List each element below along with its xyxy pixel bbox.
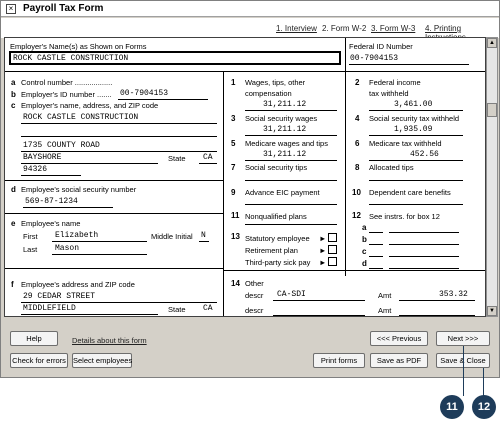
control-number-label: Control number .................. — [21, 78, 113, 87]
details-about-form-link[interactable]: Details about this form — [72, 336, 147, 345]
check-errors-button[interactable]: Check for errors — [10, 353, 68, 368]
box2-fed-tax-value[interactable]: 3,461.00 — [394, 100, 432, 109]
employer-address-line1[interactable]: ROCK CASTLE CONSTRUCTION — [23, 113, 138, 122]
federal-id-value[interactable]: 00-7904153 — [350, 54, 398, 63]
arrow-icon: ► — [319, 258, 327, 267]
box11-label: Nonqualified plans — [245, 212, 307, 221]
statutory-employee-checkbox[interactable] — [328, 233, 337, 242]
employer-state[interactable]: CA — [203, 153, 213, 162]
box10-label: Dependent care benefits — [369, 188, 451, 197]
box4-label: Social security tax withheld — [369, 114, 460, 123]
middle-initial-label: Middle Initial — [151, 232, 193, 241]
scroll-down-icon[interactable]: ▼ — [487, 306, 497, 316]
next-button[interactable]: Next >>> — [436, 331, 490, 346]
box2-label2: tax withheld — [369, 89, 409, 98]
scroll-thumb[interactable] — [487, 103, 497, 117]
box3-label: Social security wages — [245, 114, 318, 123]
vertical-scrollbar[interactable]: ▲ ▼ — [486, 37, 498, 317]
employee-address-line1[interactable]: 29 CEDAR STREET — [23, 292, 95, 301]
title-bar: × Payroll Tax Form — [1, 1, 499, 17]
employer-address-label: Employer's name, address, and ZIP code — [21, 101, 159, 110]
third-party-sick-pay-checkbox[interactable] — [328, 257, 337, 266]
ssn-value[interactable]: 569-87-1234 — [25, 197, 78, 206]
previous-button[interactable]: <<< Previous — [370, 331, 428, 346]
employee-state[interactable]: CA — [203, 304, 213, 313]
last-name-value[interactable]: Mason — [55, 244, 79, 253]
federal-id-label: Federal ID Number — [349, 42, 413, 51]
save-as-pdf-button[interactable]: Save as PDF — [370, 353, 428, 368]
box3-ss-wages-value[interactable]: 31,211.12 — [263, 125, 306, 134]
employee-state-label: State — [168, 305, 186, 314]
retirement-plan-checkbox[interactable] — [328, 245, 337, 254]
employer-city[interactable]: BAYSHORE — [23, 153, 61, 162]
box1-label: Wages, tips, other — [245, 78, 306, 87]
descr1-label: descr — [245, 291, 264, 300]
box6-medicare-tax-value[interactable]: 452.56 — [410, 150, 439, 159]
box6-label: Medicare tax withheld — [369, 139, 442, 148]
arrow-icon: ► — [319, 246, 327, 255]
last-name-label: Last — [23, 245, 38, 254]
box4-ss-tax-value[interactable]: 1,935.09 — [394, 125, 432, 134]
scroll-up-icon[interactable]: ▲ — [487, 38, 497, 48]
first-name-value[interactable]: Elizabeth — [55, 231, 98, 240]
first-name-label: First — [23, 232, 38, 241]
employer-name-field[interactable]: ROCK CASTLE CONSTRUCTION — [9, 51, 341, 65]
amt1-label: Amt — [378, 291, 392, 300]
employer-address-line2[interactable]: 1735 COUNTY ROAD — [23, 141, 100, 150]
middle-initial-value[interactable]: N — [201, 231, 206, 240]
box1-wages-value[interactable]: 31,211.12 — [263, 100, 306, 109]
arrow-icon: ► — [319, 234, 327, 243]
callout-11-line — [463, 346, 464, 396]
box12-label: See instrs. for box 12 — [369, 212, 440, 221]
descr1-value[interactable]: CA-SDI — [277, 290, 306, 299]
callout-12: 12 — [472, 395, 496, 419]
step-tabs: 1. Interview 2. Form W-2 3. Form W-3 4. … — [1, 18, 499, 42]
employee-address-label: Employee's address and ZIP code — [21, 280, 135, 289]
box9-label: Advance EIC payment — [245, 188, 320, 197]
amt2-label: Amt — [378, 306, 392, 315]
window-title: Payroll Tax Form — [23, 3, 104, 14]
employer-zip[interactable]: 94326 — [23, 165, 47, 174]
tab-form-w3[interactable]: 3. Form W-3 — [371, 24, 415, 33]
close-icon[interactable]: × — [6, 4, 16, 14]
w2-form: Employer's Name(s) as Shown on Forms ROC… — [4, 37, 486, 317]
amt1-value[interactable]: 353.32 — [439, 290, 468, 299]
employer-id-value[interactable]: 00-7904153 — [120, 89, 168, 98]
employer-id-label: Employer's ID number ....... — [21, 90, 112, 99]
employee-city[interactable]: MIDDLEFIELD — [23, 304, 76, 313]
select-employees-button[interactable]: Select employees — [72, 353, 132, 368]
descr2-label: descr — [245, 306, 264, 315]
box13-retirement-label: Retirement plan — [245, 246, 298, 255]
box13-statutory-label: Statutory employee — [245, 234, 310, 243]
employer-state-label: State — [168, 154, 186, 163]
box14-label: Other — [245, 279, 264, 288]
box5-medicare-wages-value[interactable]: 31,211.12 — [263, 150, 306, 159]
print-forms-button[interactable]: Print forms — [313, 353, 365, 368]
callout-11: 11 — [440, 395, 464, 419]
box13-sickpay-label: Third-party sick pay — [245, 258, 311, 267]
employer-name-label: Employer's Name(s) as Shown on Forms — [10, 42, 147, 51]
box2-label: Federal income — [369, 78, 421, 87]
box8-label: Allocated tips — [369, 163, 414, 172]
help-button[interactable]: Help — [10, 331, 58, 346]
box7-label: Social security tips — [245, 163, 308, 172]
box5-label: Medicare wages and tips — [245, 139, 328, 148]
box1-label2: compensation — [245, 89, 292, 98]
employee-name-label: Employee's name — [21, 219, 81, 228]
callout-12-line — [483, 368, 484, 396]
tab-form-w2[interactable]: 2. Form W-2 — [322, 24, 366, 33]
ssn-label: Employee's social security number — [21, 185, 137, 194]
tab-interview[interactable]: 1. Interview — [276, 24, 317, 33]
